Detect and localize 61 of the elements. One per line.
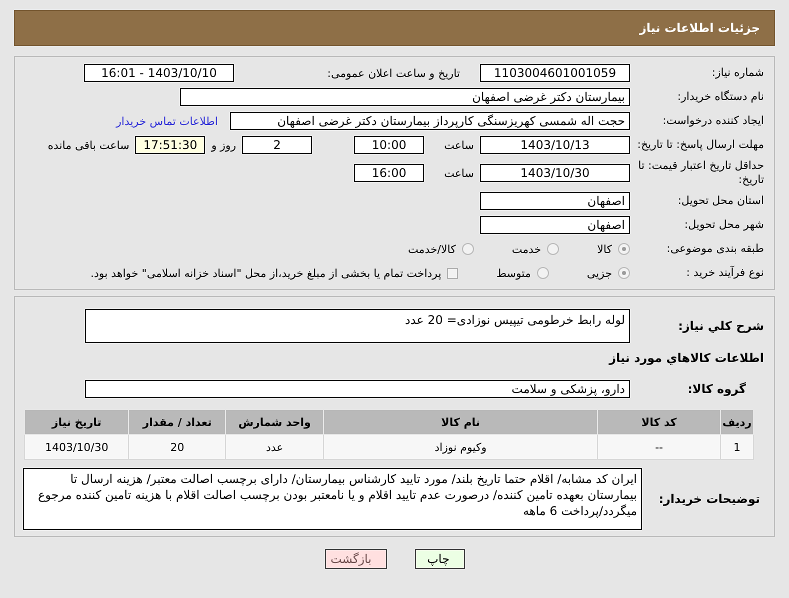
days-field: 2 xyxy=(242,136,312,154)
value-field: اصفهان xyxy=(480,216,630,234)
date-field: 1403/10/30 xyxy=(480,164,630,182)
radio-button[interactable] xyxy=(618,243,630,255)
value-field: بیمارستان دکتر غرضی اصفهان xyxy=(180,88,630,106)
field-label: ساعت xyxy=(444,138,474,152)
page-header: جزئیات اطلاعات نیاز xyxy=(14,10,775,46)
value-field: 1103004601001059 xyxy=(480,64,630,82)
field-label: مهلت ارسال پاسخ: تا تاریخ: xyxy=(636,138,764,152)
radio-button[interactable] xyxy=(462,243,474,255)
field-label: شماره نیاز: xyxy=(710,66,764,80)
table-cell: عدد xyxy=(226,434,324,460)
buyer-notes-field: ایران کد مشابه/ اقلام حتما تاریخ بلند/ مورد تایید کارشناس بیمارستان/ دارای برچسب اصالت معتبر/ هزینه ارسال تا بیمارستان بعهده تامین کننده/ درصورت عدم تایید اقلام و یا نامعتبر بودن برچسب اصالت اقلام با هزینه تامین کننده مرجوع میگردد/پرداخت 6 ماهه xyxy=(23,468,642,530)
table-cell: 1 xyxy=(720,434,754,460)
field-label: نوع فرآیند خرید : xyxy=(685,266,764,280)
print-button[interactable]: چاپ xyxy=(414,549,464,569)
contact-link[interactable]: اطلاعات تماس خریدار xyxy=(116,114,218,128)
value-field: اصفهان xyxy=(480,192,630,210)
column-header: ردیف xyxy=(720,410,754,434)
value-field: دارو، پزشکی و سلامت xyxy=(85,380,630,398)
table-cell: -- xyxy=(598,434,721,460)
column-header: نام کالا xyxy=(324,410,598,434)
description-field: لوله رابط خرطومی تیپیس نوزادی= 20 عدد xyxy=(85,309,630,343)
field-label: تاریخ و ساعت اعلان عمومی: xyxy=(326,66,460,80)
field-label: طبقه بندی موضوعی: xyxy=(666,242,764,256)
field-label: ساعت باقی مانده xyxy=(48,138,130,152)
section-title: اطلاعات کالاهاي مورد نياز xyxy=(608,351,764,365)
value-field: 1403/10/10 - 16:01 xyxy=(84,64,234,82)
time-field: 16:00 xyxy=(354,164,424,182)
table-cell: 20 xyxy=(128,434,226,460)
radio-button[interactable] xyxy=(547,243,560,255)
field-label: شهر محل تحویل: xyxy=(683,218,764,232)
field-label: شرح کلي نياز: xyxy=(677,319,764,333)
option-label: متوسط xyxy=(496,266,531,280)
option-label: جزیی xyxy=(586,266,612,280)
column-header: تاریخ نیاز xyxy=(24,410,129,434)
table-cell: 1403/10/30 xyxy=(24,434,129,460)
field-label: توضیحات خریدار: xyxy=(658,492,761,506)
radio-button[interactable] xyxy=(618,267,630,279)
option-label: کالا xyxy=(597,242,612,256)
field-label: روز و xyxy=(211,138,236,152)
option-label: خدمت xyxy=(512,242,542,256)
column-header: تعداد / مقدار xyxy=(128,410,226,434)
field-label: نام دستگاه خریدار: xyxy=(676,90,764,104)
field-label: استان محل تحویل: xyxy=(676,194,764,208)
radio-button[interactable] xyxy=(536,267,549,279)
value-field: حجت اله شمسی کهریزسنگی کارپرداز بیمارستان دکتر غرضی اصفهان xyxy=(230,112,630,130)
option-label: کالا/خدمت xyxy=(408,242,456,256)
field-label: ایجاد کننده درخواست: xyxy=(662,114,764,128)
column-header: کد کالا xyxy=(598,410,721,434)
option-label: پرداخت تمام یا بخشی از مبلغ خرید،از محل "اسناد خزانه اسلامی" خواهد بود. xyxy=(90,266,442,280)
field-label: حداقل تاریخ اعتبار قیمت: تا تاریخ: xyxy=(637,159,764,187)
remaining-time-field: 17:51:30 xyxy=(135,136,206,154)
table-cell: وکیوم نوزاد xyxy=(324,434,598,460)
checkbox[interactable] xyxy=(447,268,458,278)
field-label: گروه کالا: xyxy=(686,382,747,396)
time-field: 10:00 xyxy=(354,136,424,154)
date-field: 1403/10/13 xyxy=(480,136,630,154)
field-label: ساعت xyxy=(444,166,474,180)
column-header: واحد شمارش xyxy=(226,410,324,434)
back-button[interactable]: بازگشت xyxy=(324,549,386,569)
